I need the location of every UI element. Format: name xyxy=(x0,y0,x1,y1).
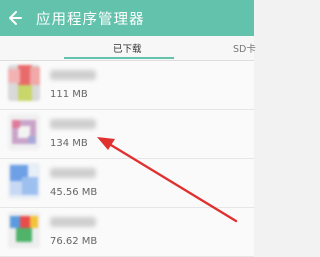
app-list-item[interactable]: 134 MB xyxy=(0,110,254,159)
app-list-item[interactable]: 111 MB xyxy=(0,61,254,110)
app-icon xyxy=(8,212,40,248)
app-name-redacted xyxy=(50,70,96,80)
app-name-redacted xyxy=(50,168,96,178)
app-list: 111 MB 134 MB 45.56 MB 76.62 MB xyxy=(0,61,254,257)
app-name-redacted xyxy=(50,217,96,227)
app-icon xyxy=(8,163,40,199)
app-size: 76.62 MB xyxy=(50,236,98,247)
tab-sd-card[interactable]: SD卡 xyxy=(233,41,256,55)
app-size: 45.56 MB xyxy=(50,187,98,198)
tab-downloaded[interactable]: 已下载 xyxy=(113,41,142,55)
app-icon xyxy=(8,114,40,150)
app-list-item[interactable]: 76.62 MB xyxy=(0,208,254,257)
tab-bar: 已下载 SD卡 xyxy=(0,36,256,61)
page-title: 应用程序管理器 xyxy=(36,12,145,28)
back-arrow-icon[interactable] xyxy=(8,9,24,27)
app-name-redacted xyxy=(50,119,96,129)
app-bar: 应用程序管理器 xyxy=(0,0,254,36)
app-size: 134 MB xyxy=(50,138,88,149)
app-size: 111 MB xyxy=(50,89,88,100)
app-icon xyxy=(8,65,40,101)
tab-indicator xyxy=(64,57,174,59)
app-list-item[interactable]: 45.56 MB xyxy=(0,159,254,208)
